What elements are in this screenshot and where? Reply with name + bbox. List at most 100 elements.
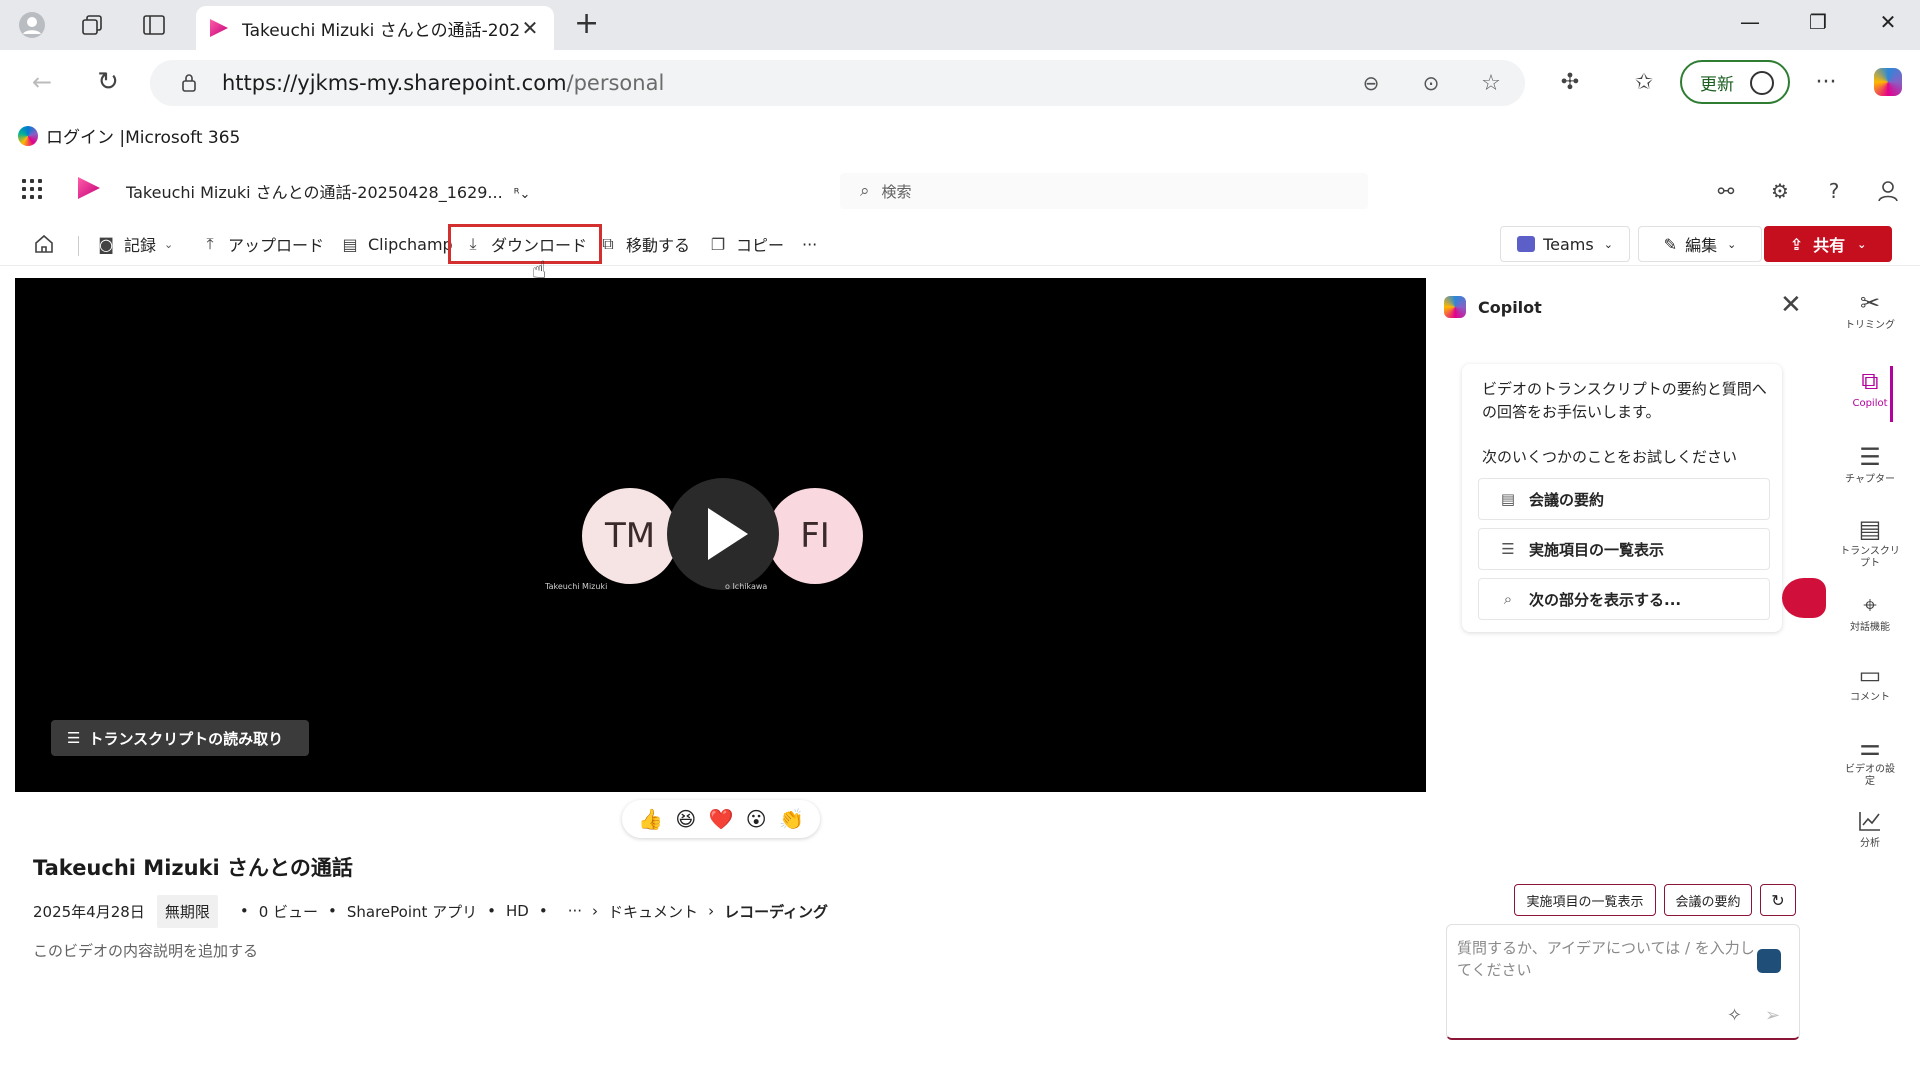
- play-button[interactable]: [667, 478, 779, 590]
- separator-dot: •: [328, 902, 337, 920]
- minimize-icon[interactable]: —: [1730, 10, 1770, 34]
- account-icon[interactable]: [1874, 177, 1902, 205]
- upload-button[interactable]: ⤒ アップロード: [200, 228, 324, 260]
- m365-icon: [18, 125, 38, 146]
- rail-video-settings[interactable]: ⚌ ビデオの設定: [1836, 732, 1904, 788]
- more-commands-button[interactable]: ···: [802, 228, 817, 260]
- breadcrumb-documents[interactable]: ドキュメント: [608, 901, 698, 922]
- download-icon: ⤓: [469, 234, 477, 253]
- workspaces-icon[interactable]: [76, 9, 108, 41]
- favorites-icon[interactable]: ✩: [1626, 64, 1662, 100]
- network-icon[interactable]: ⚯: [1712, 177, 1740, 205]
- suggestion-meeting-summary[interactable]: ▤ 会議の要約: [1478, 478, 1770, 520]
- reaction-like[interactable]: 👍: [638, 807, 663, 831]
- teams-button[interactable]: Teams ⌄: [1500, 226, 1630, 262]
- read-transcript-button[interactable]: ☰ トランスクリプトの読み取り: [51, 720, 309, 756]
- lock-icon[interactable]: [174, 68, 204, 98]
- video-date: 2025年4月28日: [33, 902, 145, 921]
- stream-logo-icon: [78, 177, 100, 199]
- extensions-icon[interactable]: ✣: [1552, 64, 1588, 100]
- stream-tab-icon: [210, 19, 228, 37]
- gear-icon[interactable]: ⚙: [1766, 177, 1794, 205]
- copilot-chat-input[interactable]: 質問するか、アイデアについては / を入力してください ✧ ➢: [1446, 924, 1800, 1040]
- interactive-cursor-icon: ⌖: [1863, 591, 1877, 619]
- description-placeholder[interactable]: このビデオの内容説明を追加する: [33, 940, 258, 961]
- list-icon: ☰: [1501, 540, 1515, 558]
- favorite-m365[interactable]: ログイン |Microsoft 365: [18, 123, 240, 148]
- rail-chapters[interactable]: ☰ チャプター: [1836, 442, 1904, 486]
- home-icon: [34, 234, 54, 254]
- chat-placeholder: 質問するか、アイデアについては / を入力してください: [1457, 939, 1755, 979]
- favorite-star-icon[interactable]: ☆: [1476, 68, 1506, 98]
- source-app: SharePoint アプリ: [346, 902, 478, 921]
- close-tab-icon[interactable]: ✕: [520, 16, 540, 40]
- reaction-clap[interactable]: 👏: [779, 807, 804, 831]
- breadcrumb-more[interactable]: ···: [568, 902, 582, 920]
- rail-trim[interactable]: ✂ トリミング: [1836, 288, 1904, 332]
- update-button[interactable]: 更新: [1680, 60, 1790, 104]
- video-player[interactable]: TM FI Takeuchi Mizuki o Ichikawa ☰ トランスク…: [15, 278, 1426, 792]
- rail-comments[interactable]: ▭ コメント: [1836, 660, 1904, 704]
- copilot-browser-icon[interactable]: [1870, 64, 1906, 100]
- sparkle-prompt-icon[interactable]: ✧: [1727, 1005, 1742, 1026]
- move-button[interactable]: ⧉ 移動する: [598, 228, 690, 260]
- rail-transcript[interactable]: ▤ トランスクリプト: [1836, 514, 1904, 570]
- clipchamp-button[interactable]: ▤ Clipchamp: [340, 228, 452, 260]
- search-icon: ⌕: [860, 181, 870, 201]
- back-icon[interactable]: ←: [24, 64, 60, 100]
- new-tab-icon[interactable]: +: [574, 8, 599, 40]
- active-indicator: [1890, 366, 1893, 422]
- zoom-out-icon[interactable]: ⊖: [1356, 68, 1386, 98]
- retention-badge[interactable]: 無期限: [156, 894, 218, 928]
- copy-button[interactable]: ❐ コピー: [708, 228, 784, 260]
- document-title[interactable]: Takeuchi Mizuki さんとの通話-20250428_1629... …: [126, 179, 530, 203]
- rail-copilot[interactable]: ⧉ Copilot: [1836, 366, 1904, 410]
- send-icon[interactable]: ➢: [1765, 1005, 1780, 1026]
- profile-icon[interactable]: [16, 9, 48, 41]
- address-bar[interactable]: https://yjkms-my.sharepoint.com/personal…: [150, 60, 1525, 106]
- suggestion-show-part[interactable]: ⌕ 次の部分を表示する...: [1478, 578, 1770, 620]
- rail-analytics[interactable]: 分析: [1836, 806, 1904, 850]
- reaction-laugh[interactable]: 😆: [675, 807, 696, 831]
- refresh-suggestions-icon[interactable]: ↻: [1760, 884, 1796, 916]
- more-tools-icon[interactable]: ⊙: [1416, 68, 1446, 98]
- browser-tab-strip: Takeuchi Mizuki さんとの通話-2025 ✕ + — ❐ ✕: [0, 0, 1920, 50]
- favorites-bar: ログイン |Microsoft 365: [0, 114, 1920, 156]
- rail-interactive[interactable]: ⌖ 対話機能: [1836, 590, 1904, 634]
- share-button[interactable]: ⇪ 共有 ⌄: [1764, 226, 1892, 262]
- plugin-icon[interactable]: [1757, 949, 1781, 973]
- avatar-left: TM: [582, 488, 678, 584]
- refresh-icon[interactable]: ↻: [90, 64, 126, 100]
- analytics-chart-icon: [1858, 806, 1882, 836]
- breadcrumb-recordings[interactable]: レコーディング: [724, 901, 828, 922]
- share-icon: ⇪: [1789, 234, 1804, 254]
- recording-indicator-icon: [1782, 578, 1826, 618]
- chevron-right-icon: ›: [708, 902, 715, 920]
- view-count: 0 ビュー: [258, 902, 318, 921]
- move-icon: ⧉: [602, 234, 614, 253]
- copilot-try-label: 次のいくつかのことをお試しください: [1482, 448, 1738, 466]
- search-input[interactable]: ⌕ 検索: [840, 173, 1368, 209]
- reaction-heart[interactable]: ❤️: [709, 807, 734, 831]
- lines-icon: ☰: [67, 729, 81, 747]
- vertical-tabs-icon[interactable]: [138, 9, 170, 41]
- close-icon[interactable]: ✕: [1780, 290, 1802, 320]
- home-button[interactable]: [34, 228, 62, 260]
- chip-meeting-summary[interactable]: 会議の要約: [1664, 884, 1752, 916]
- chevron-down-icon: ⌄: [1727, 237, 1737, 251]
- close-window-icon[interactable]: ✕: [1868, 10, 1908, 34]
- chip-action-items[interactable]: 実施項目の一覧表示: [1514, 884, 1656, 916]
- restore-icon[interactable]: ❐: [1798, 10, 1838, 34]
- download-button[interactable]: ⤓ ダウンロード: [448, 224, 603, 264]
- video-title[interactable]: Takeuchi Mizuki さんとの通話: [33, 852, 353, 882]
- record-button[interactable]: ◙ 記録 ⌄: [96, 228, 173, 260]
- app-launcher-icon[interactable]: [22, 179, 42, 199]
- app-header: Takeuchi Mizuki さんとの通話-20250428_1629... …: [0, 165, 1920, 215]
- help-icon[interactable]: ?: [1820, 177, 1848, 205]
- chevron-down-icon: ⌄: [1857, 237, 1867, 251]
- active-tab[interactable]: Takeuchi Mizuki さんとの通話-2025 ✕: [196, 6, 554, 50]
- reaction-surprised[interactable]: 😮: [746, 807, 767, 831]
- settings-more-icon[interactable]: ···: [1808, 64, 1844, 100]
- suggestion-action-items[interactable]: ☰ 実施項目の一覧表示: [1478, 528, 1770, 570]
- edit-button[interactable]: ✎ 編集 ⌄: [1638, 226, 1762, 262]
